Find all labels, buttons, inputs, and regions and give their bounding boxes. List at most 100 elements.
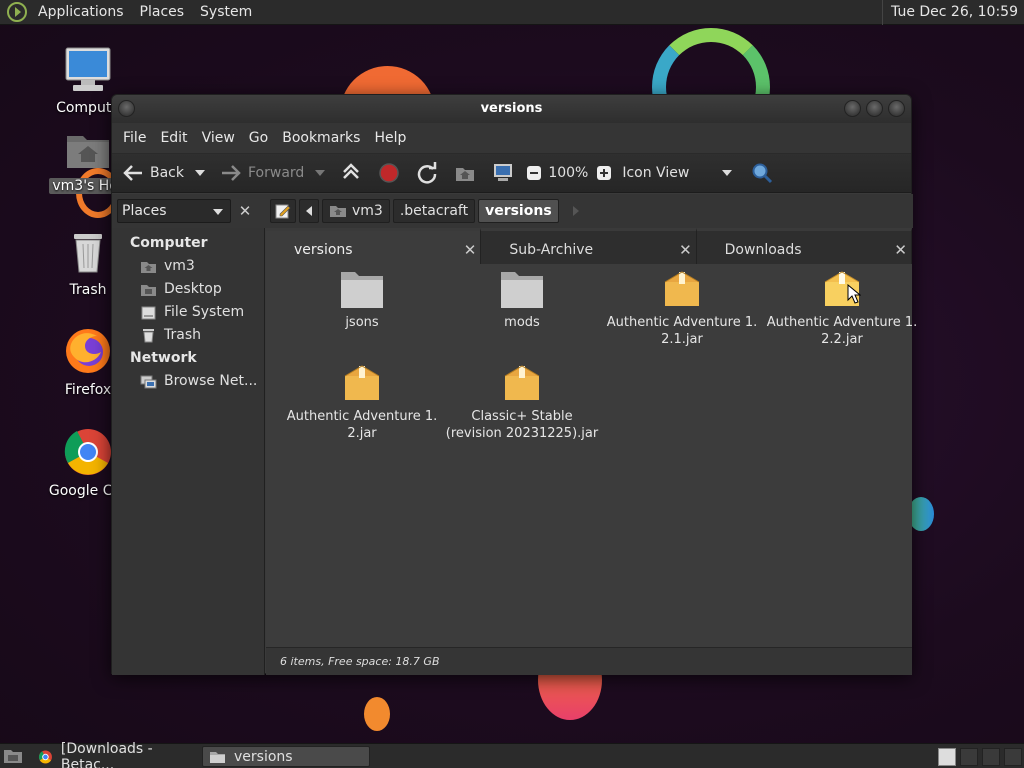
file-item-authentic-adventure-1-2[interactable]: Authentic Adventure 1. 2.jar bbox=[282, 362, 442, 442]
back-button[interactable]: Back bbox=[122, 163, 184, 183]
window-title: versions bbox=[480, 101, 543, 116]
tab-sub-archive[interactable]: Sub-Archive ✕ bbox=[481, 228, 697, 264]
breadcrumb-versions[interactable]: versions bbox=[478, 199, 559, 223]
file-item-authentic-adventure-1-2-1[interactable]: Authentic Adventure 1. 2.1.jar bbox=[602, 268, 762, 348]
sidebar-pane-label: Places bbox=[122, 203, 167, 219]
archive-package-icon bbox=[664, 271, 700, 306]
tab-label: Sub-Archive bbox=[509, 242, 594, 258]
workspace-switcher[interactable] bbox=[1004, 748, 1022, 766]
trash-icon bbox=[143, 329, 154, 343]
pencil-note-icon bbox=[275, 204, 291, 219]
zoom-out-icon[interactable] bbox=[526, 165, 542, 181]
window-menu-button[interactable] bbox=[118, 100, 135, 117]
up-arrow-icon[interactable] bbox=[340, 162, 362, 184]
sidebar-item-label: Browse Net... bbox=[164, 373, 258, 389]
computer-icon bbox=[65, 47, 111, 91]
back-label: Back bbox=[150, 165, 184, 181]
sidebar-pane-select[interactable]: Places bbox=[117, 199, 231, 223]
sidebar-item-browse-network[interactable]: Browse Net... bbox=[112, 370, 264, 393]
menu-places[interactable]: Places bbox=[132, 4, 193, 20]
menu-view[interactable]: View bbox=[195, 130, 242, 146]
sidebar-item-vm3[interactable]: vm3 bbox=[112, 255, 264, 278]
tab-label: versions bbox=[294, 242, 353, 258]
window-titlebar[interactable]: versions bbox=[112, 95, 911, 123]
home-icon[interactable] bbox=[454, 163, 476, 183]
menu-bookmarks[interactable]: Bookmarks bbox=[275, 130, 367, 146]
sidebar-heading-network: Network bbox=[130, 350, 197, 366]
chevron-down-icon bbox=[213, 209, 223, 215]
breadcrumb-vm3[interactable]: vm3 bbox=[322, 199, 390, 223]
stop-icon[interactable] bbox=[378, 162, 400, 184]
firefox-icon bbox=[66, 329, 110, 373]
menu-edit[interactable]: Edit bbox=[153, 130, 194, 146]
breadcrumb-scroll-left[interactable] bbox=[299, 199, 319, 223]
workspace-switcher[interactable] bbox=[960, 748, 978, 766]
file-item-classic-plus-stable[interactable]: Classic+ Stable (revision 20231225).jar bbox=[442, 362, 602, 442]
desktop-icon-label: Firefox bbox=[64, 382, 112, 398]
clock[interactable]: Tue Dec 26, 10:59 bbox=[882, 0, 1024, 25]
file-item-jsons[interactable]: jsons bbox=[282, 268, 442, 331]
back-history-dropdown-icon[interactable] bbox=[194, 169, 206, 177]
menubar: File Edit View Go Bookmarks Help bbox=[112, 123, 911, 153]
tab-bar: versions ✕ Sub-Archive ✕ Downloads ✕ bbox=[266, 228, 912, 264]
home-folder-icon bbox=[141, 261, 156, 273]
menu-help[interactable]: Help bbox=[367, 130, 413, 146]
file-name: mods bbox=[504, 315, 540, 330]
view-mode-select[interactable]: Icon View bbox=[622, 165, 689, 181]
gnome-foot-icon[interactable] bbox=[6, 1, 28, 23]
sidebar-item-label: Desktop bbox=[164, 281, 222, 297]
workspace-switcher[interactable] bbox=[982, 748, 1000, 766]
places-sidebar: Computer vm3 Desktop File System Trash N… bbox=[112, 228, 265, 675]
folder-icon bbox=[501, 272, 543, 308]
sidebar-item-label: vm3 bbox=[164, 258, 195, 274]
tab-downloads[interactable]: Downloads ✕ bbox=[696, 228, 912, 264]
taskbar-item-downloads[interactable]: [Downloads - Betac... bbox=[32, 741, 200, 768]
show-desktop-icon[interactable] bbox=[3, 747, 23, 765]
sidebar-item-label: Trash bbox=[164, 327, 201, 343]
file-name-line: Authentic Adventure 1. bbox=[286, 409, 438, 424]
zoom-in-icon[interactable] bbox=[596, 165, 612, 181]
location-bar: Places ✕ vm3 .betacraft versions bbox=[112, 194, 913, 228]
sidebar-item-desktop[interactable]: Desktop bbox=[112, 278, 264, 301]
zoom-level[interactable]: 100% bbox=[548, 165, 588, 181]
reload-icon[interactable] bbox=[416, 162, 438, 184]
breadcrumb-scroll-right-icon[interactable] bbox=[572, 205, 580, 217]
computer-icon[interactable] bbox=[492, 163, 514, 183]
breadcrumb: vm3 .betacraft versions bbox=[270, 199, 580, 223]
file-item-mods[interactable]: mods bbox=[442, 268, 602, 331]
taskbar-item-versions[interactable]: versions bbox=[202, 746, 370, 767]
menu-system[interactable]: System bbox=[192, 4, 260, 20]
workspace-switcher[interactable] bbox=[938, 748, 956, 766]
menu-file[interactable]: File bbox=[116, 130, 153, 146]
network-icon bbox=[140, 375, 157, 388]
taskbar-item-label: [Downloads - Betac... bbox=[60, 740, 153, 768]
sidebar-item-label: File System bbox=[164, 304, 245, 320]
sidebar-item-trash[interactable]: Trash bbox=[112, 324, 264, 347]
drive-icon bbox=[141, 306, 156, 319]
bottom-panel: [Downloads - Betac... versions bbox=[0, 741, 1024, 768]
maximize-button[interactable] bbox=[866, 100, 883, 117]
file-name-line: 2.1.jar bbox=[661, 332, 703, 347]
archive-package-icon bbox=[344, 365, 380, 400]
file-name-line: Authentic Adventure 1. bbox=[606, 315, 758, 330]
chevron-left-icon bbox=[306, 206, 312, 216]
menu-go[interactable]: Go bbox=[242, 130, 275, 146]
sidebar-close-icon[interactable]: ✕ bbox=[234, 199, 256, 223]
mouse-cursor-icon bbox=[847, 284, 861, 304]
close-button[interactable] bbox=[888, 100, 905, 117]
search-icon[interactable] bbox=[751, 162, 773, 184]
breadcrumb-betacraft[interactable]: .betacraft bbox=[392, 199, 476, 223]
file-name-line: Classic+ Stable bbox=[471, 409, 573, 424]
forward-history-dropdown-icon[interactable] bbox=[314, 169, 326, 177]
desktop-folder-icon bbox=[141, 284, 156, 296]
file-item-authentic-adventure-1-2-2[interactable]: Authentic Adventure 1. 2.2.jar bbox=[762, 268, 922, 348]
tab-versions[interactable]: versions ✕ bbox=[266, 228, 482, 264]
forward-button[interactable]: Forward bbox=[220, 163, 304, 183]
minimize-button[interactable] bbox=[844, 100, 861, 117]
edit-location-button[interactable] bbox=[270, 199, 296, 223]
file-grid: jsons mods Authentic Adventure 1. 2.1.ja… bbox=[266, 264, 917, 644]
view-mode-dropdown-icon[interactable] bbox=[721, 169, 733, 177]
menu-applications[interactable]: Applications bbox=[30, 4, 132, 20]
sidebar-item-file-system[interactable]: File System bbox=[112, 301, 264, 324]
archive-package-icon bbox=[504, 365, 540, 400]
